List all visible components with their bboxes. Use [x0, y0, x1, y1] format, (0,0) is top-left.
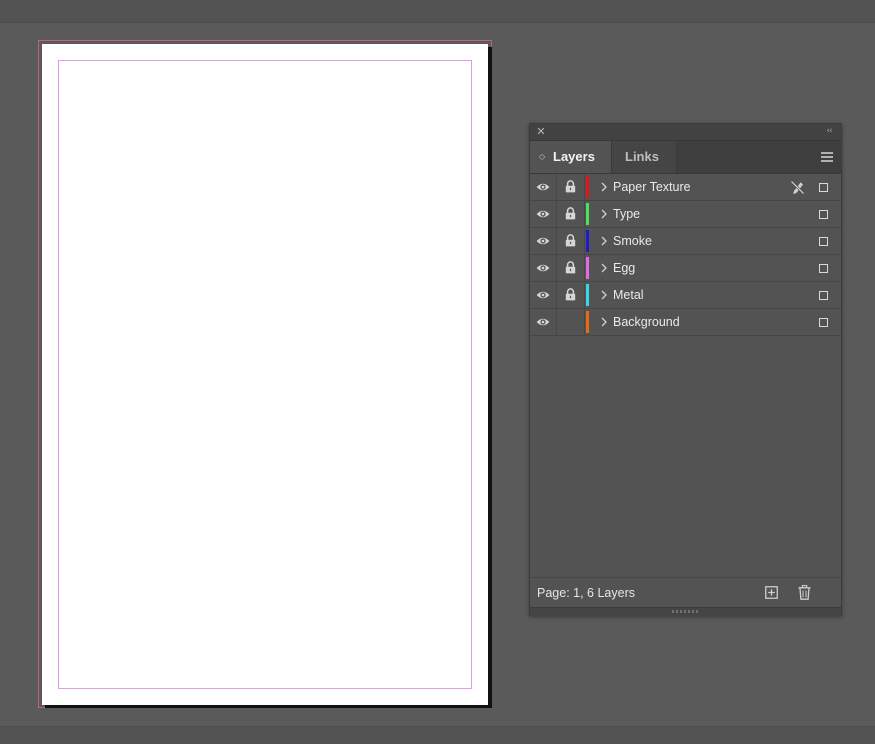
trash-icon[interactable] — [798, 585, 811, 600]
tab-links[interactable]: Links — [612, 141, 677, 173]
tab-links-label: Links — [625, 149, 659, 164]
chevron-right-icon[interactable] — [600, 235, 608, 247]
application-top-bar — [0, 0, 875, 23]
eye-icon — [536, 183, 550, 191]
visibility-toggle[interactable] — [530, 228, 557, 254]
layer-color-swatch — [586, 257, 589, 279]
layer-name[interactable]: Smoke — [613, 228, 652, 254]
chevron-right-icon[interactable] — [600, 181, 608, 193]
chevron-right-icon[interactable] — [600, 289, 608, 301]
chevron-right-icon[interactable] — [600, 316, 608, 328]
layer-name[interactable]: Type — [613, 201, 640, 227]
layer-select-box[interactable] — [819, 291, 828, 300]
layer-row-egg[interactable]: Egg — [530, 255, 841, 282]
layer-row-type[interactable]: Type — [530, 201, 841, 228]
layer-select-box[interactable] — [819, 318, 828, 327]
layer-color-swatch — [586, 311, 589, 333]
document-page[interactable] — [42, 44, 488, 705]
page-layer-count: Page: 1, 6 Layers — [537, 586, 635, 600]
eye-icon — [536, 210, 550, 218]
visibility-toggle[interactable] — [530, 309, 557, 335]
layer-name[interactable]: Metal — [613, 282, 644, 308]
eye-icon — [536, 264, 550, 272]
panel-menu-icon[interactable] — [821, 152, 833, 162]
lock-icon — [565, 234, 576, 247]
tab-layers-label: Layers — [553, 149, 595, 164]
chevron-right-icon[interactable] — [600, 262, 608, 274]
layer-select-box[interactable] — [819, 237, 828, 246]
layer-row-paper-texture[interactable]: Paper Texture — [530, 174, 841, 201]
lock-toggle[interactable] — [557, 228, 585, 254]
layer-color-swatch — [586, 176, 589, 198]
layer-name[interactable]: Background — [613, 309, 680, 335]
visibility-toggle[interactable] — [530, 255, 557, 281]
margin-guide — [58, 60, 472, 689]
close-icon[interactable]: ✕ — [535, 125, 547, 138]
lock-toggle[interactable] — [557, 255, 585, 281]
tab-expand-icon: ◇ — [539, 152, 546, 161]
panel-titlebar[interactable]: ✕ ‹‹ — [530, 124, 841, 141]
lock-toggle[interactable] — [557, 309, 585, 335]
tab-layers[interactable]: ◇ Layers — [530, 141, 612, 173]
layer-row-background[interactable]: Background — [530, 309, 841, 336]
lock-toggle[interactable] — [557, 174, 585, 200]
layer-select-box[interactable] — [819, 183, 828, 192]
lock-icon — [565, 207, 576, 220]
layers-panel: ✕ ‹‹ ◇ Layers Links Paper Texture Type S… — [529, 123, 842, 616]
collapse-icon[interactable]: ‹‹ — [823, 125, 835, 138]
panel-resize-grip[interactable] — [530, 607, 841, 616]
layer-color-swatch — [586, 203, 589, 225]
lock-toggle[interactable] — [557, 282, 585, 308]
visibility-toggle[interactable] — [530, 174, 557, 200]
layer-name[interactable]: Egg — [613, 255, 635, 281]
new-layer-icon[interactable] — [765, 586, 778, 599]
layer-select-box[interactable] — [819, 210, 828, 219]
layer-color-swatch — [586, 230, 589, 252]
pen-slash-icon[interactable] — [790, 180, 805, 195]
lock-icon — [565, 288, 576, 301]
eye-icon — [536, 318, 550, 326]
eye-icon — [536, 291, 550, 299]
visibility-toggle[interactable] — [530, 282, 557, 308]
layers-list: Paper Texture Type Smoke Egg Metal Backg… — [530, 174, 841, 336]
lock-icon — [565, 261, 576, 274]
lock-icon — [565, 180, 576, 193]
application-bottom-bar — [0, 726, 875, 744]
layer-name[interactable]: Paper Texture — [613, 174, 691, 200]
chevron-right-icon[interactable] — [600, 208, 608, 220]
lock-toggle[interactable] — [557, 201, 585, 227]
layer-row-smoke[interactable]: Smoke — [530, 228, 841, 255]
visibility-toggle[interactable] — [530, 201, 557, 227]
layer-color-swatch — [586, 284, 589, 306]
eye-icon — [536, 237, 550, 245]
layer-select-box[interactable] — [819, 264, 828, 273]
panel-tab-bar: ◇ Layers Links — [530, 141, 841, 174]
layer-row-metal[interactable]: Metal — [530, 282, 841, 309]
panel-footer: Page: 1, 6 Layers — [530, 577, 841, 608]
